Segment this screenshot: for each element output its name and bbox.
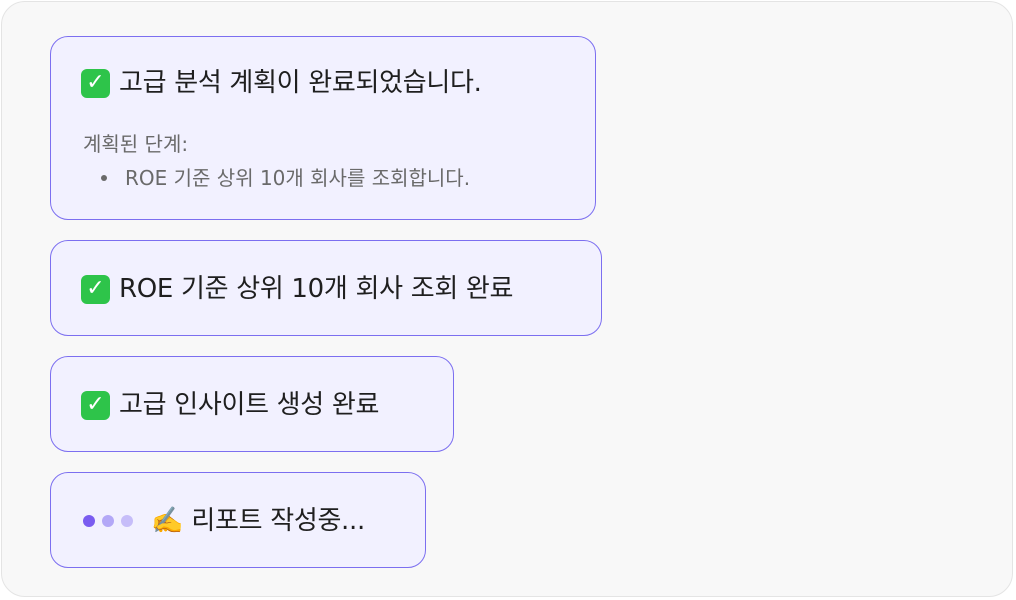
query-title: ROE 기준 상위 10개 회사 조회 완료 — [119, 274, 514, 304]
loading-dot — [121, 515, 133, 527]
check-mark-icon: ✓ — [81, 390, 110, 420]
plan-complete-card: ✓ 고급 분석 계획이 완료되었습니다. 계획된 단계: ROE 기준 상위 1… — [50, 36, 596, 220]
step-text: ROE 기준 상위 10개 회사를 조회합니다. — [125, 166, 471, 190]
insight-title-row: ✓ 고급 인사이트 생성 완료 — [81, 389, 379, 421]
query-complete-card: ✓ ROE 기준 상위 10개 회사 조회 완료 — [50, 240, 602, 336]
check-mark-icon: ✓ — [81, 68, 110, 98]
list-item: ROE 기준 상위 10개 회사를 조회합니다. — [101, 165, 470, 191]
report-title-row: ✍️ 리포트 작성중... — [151, 505, 365, 537]
loading-dot — [102, 515, 114, 527]
report-title: 리포트 작성중... — [191, 506, 365, 536]
insight-title: 고급 인사이트 생성 완료 — [119, 390, 380, 420]
planned-steps-label: 계획된 단계: — [83, 132, 189, 156]
plan-title: 고급 분석 계획이 완료되었습니다. — [119, 68, 482, 98]
query-title-row: ✓ ROE 기준 상위 10개 회사 조회 완료 — [81, 273, 513, 305]
bullet-icon — [101, 175, 107, 181]
plan-title-row: ✓ 고급 분석 계획이 완료되었습니다. — [81, 67, 482, 99]
check-mark-icon: ✓ — [81, 274, 110, 304]
loading-dots-icon — [83, 515, 133, 527]
insight-complete-card: ✓ 고급 인사이트 생성 완료 — [50, 356, 454, 452]
writing-hand-icon: ✍️ — [151, 506, 184, 536]
planned-steps-list: ROE 기준 상위 10개 회사를 조회합니다. — [101, 165, 470, 191]
loading-dot — [83, 515, 95, 527]
report-writing-card: ✍️ 리포트 작성중... — [50, 472, 426, 568]
chat-panel: ✓ 고급 분석 계획이 완료되었습니다. 계획된 단계: ROE 기준 상위 1… — [1, 1, 1013, 597]
